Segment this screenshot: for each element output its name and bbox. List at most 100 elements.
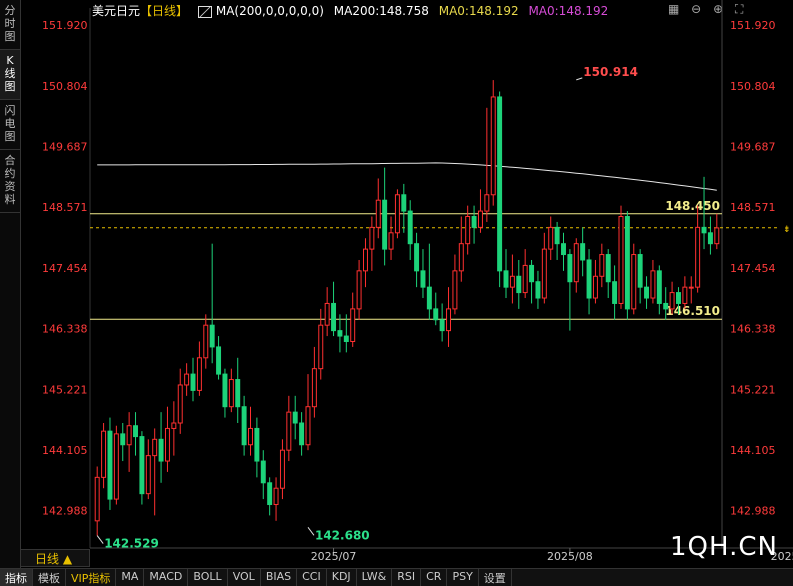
- fullscreen-icon[interactable]: ⛶: [735, 2, 743, 16]
- candle-body: [701, 226, 707, 234]
- hline-label: 148.450: [665, 199, 720, 213]
- candle-body: [656, 270, 662, 304]
- y-tick-label-left: 145.221: [42, 383, 88, 396]
- candle-body: [490, 96, 496, 196]
- indicator-tab-11[interactable]: RSI: [392, 569, 422, 586]
- indicator-tabs: 指标 模板 VIP指标 MA MACD BOLL VOL BIAS CCI KDJ LW& RSI CR…: [0, 568, 793, 586]
- indicator-tab-5[interactable]: BOLL: [188, 569, 228, 586]
- candle-body: [94, 476, 100, 522]
- indicator-tab-7[interactable]: BIAS: [261, 569, 298, 586]
- annotation-label: 142.529: [104, 537, 159, 551]
- candle-body: [452, 270, 458, 310]
- indicator-tab-1[interactable]: 模板: [33, 569, 66, 586]
- x-tick-label: 2025/07: [311, 550, 357, 563]
- candle-body: [631, 254, 637, 310]
- candle-body: [414, 243, 420, 272]
- candle-body: [248, 427, 253, 446]
- y-tick-label-left: 146.338: [42, 323, 88, 336]
- y-tick-label-right: 147.454: [730, 262, 776, 275]
- candle-body: [356, 270, 362, 310]
- y-tick-label-right: 146.338: [730, 323, 776, 336]
- candle-body: [695, 226, 701, 288]
- y-tick-label-left: 147.454: [42, 262, 88, 275]
- candle-body: [254, 427, 260, 462]
- y-tick-label-right: 144.105: [730, 444, 776, 457]
- grid-icon[interactable]: ▦: [668, 2, 679, 16]
- annotation-pointer: [307, 527, 315, 536]
- zoom-out-icon[interactable]: ⊖: [691, 2, 701, 16]
- sidebar-tab-1[interactable]: K线图: [0, 50, 20, 100]
- candle-body: [509, 275, 515, 288]
- candlestick-chart[interactable]: 151.920 151.920 150.804 150.804 149.687 149.6…: [0, 0, 793, 585]
- indicator-tab-4[interactable]: MACD: [144, 569, 189, 586]
- candle-body: [714, 227, 720, 245]
- indicator-tab-12[interactable]: CR: [421, 569, 448, 586]
- annotation-label: 142.680: [315, 528, 370, 542]
- sidebar-tab-3[interactable]: 合约资料: [0, 150, 20, 213]
- candle-body: [535, 281, 541, 299]
- sidebar-tab-2[interactable]: 闪电图: [0, 100, 20, 150]
- x-tick-label: 2025/08: [547, 550, 593, 563]
- candle-body: [618, 216, 624, 304]
- indicator-tab-9[interactable]: KDJ: [327, 569, 357, 586]
- candle-body: [529, 264, 535, 283]
- zoom-in-icon[interactable]: ⊕: [713, 2, 723, 16]
- ma-label: MA(200,0,0,0,0,0): [215, 4, 324, 18]
- indicator-tab-6[interactable]: VOL: [228, 569, 261, 586]
- y-tick-label-right: 151.920: [730, 19, 776, 32]
- indicator-tab-3[interactable]: MA: [116, 569, 145, 586]
- candle-body: [433, 308, 439, 321]
- candle-body: [522, 264, 528, 294]
- period-selector[interactable]: 日线 ▲: [20, 549, 90, 567]
- candle-body: [260, 460, 266, 484]
- candle-body: [497, 96, 503, 272]
- candle-body: [343, 335, 349, 342]
- candle-body: [139, 436, 145, 495]
- candle-body: [107, 430, 113, 500]
- candle-body: [196, 357, 202, 391]
- candle-body: [669, 292, 675, 310]
- candle-body: [318, 324, 324, 370]
- candle-body: [299, 422, 305, 446]
- sidebar-tab-0[interactable]: 分时图: [0, 0, 20, 50]
- candle-body: [235, 379, 241, 408]
- indicator-tab-10[interactable]: LW&: [357, 569, 393, 586]
- candle-body: [605, 254, 611, 283]
- candle-body: [286, 411, 292, 451]
- y-tick-label-left: 150.804: [42, 80, 88, 93]
- sidebar: 分时图K线图闪电图合约资料: [0, 0, 21, 585]
- candle-body: [644, 286, 650, 299]
- candle-body: [407, 210, 413, 245]
- candle-body: [222, 373, 228, 408]
- candle-body: [273, 487, 279, 506]
- candle-body: [446, 308, 452, 332]
- indicator-tab-14[interactable]: 设置: [479, 569, 512, 586]
- indicator-tab-13[interactable]: PSY: [447, 569, 479, 586]
- candle-body: [624, 216, 630, 310]
- candle-body: [503, 270, 509, 288]
- y-tick-label-right: 150.804: [730, 80, 776, 93]
- candle-body: [561, 243, 566, 256]
- symbol-name: 美元日元: [92, 4, 141, 18]
- candle-body: [228, 379, 234, 408]
- ma0-value-a: MA0:148.192: [438, 4, 519, 18]
- candle-body: [209, 324, 215, 348]
- annotation-pointer: [96, 535, 104, 544]
- candle-body: [164, 427, 170, 462]
- candle-body: [439, 319, 445, 332]
- candle-body: [388, 232, 394, 250]
- y-tick-label-right: 142.988: [730, 505, 776, 518]
- candle-body: [458, 243, 464, 272]
- ma-settings-icon[interactable]: [197, 5, 212, 18]
- period-tag: 【日线】: [140, 4, 189, 18]
- candle-body: [279, 449, 285, 489]
- y-tick-label-right: 148.571: [730, 201, 776, 214]
- indicator-tab-0[interactable]: 指标: [0, 569, 33, 586]
- current-price-marker: ⇟: [783, 225, 791, 235]
- y-tick-label-left: 144.105: [42, 444, 88, 457]
- candle-body: [465, 216, 471, 245]
- indicator-tab-8[interactable]: CCI: [297, 569, 327, 586]
- indicator-tab-2[interactable]: VIP指标: [66, 569, 117, 586]
- candle-body: [126, 425, 132, 446]
- candle-body: [650, 270, 656, 299]
